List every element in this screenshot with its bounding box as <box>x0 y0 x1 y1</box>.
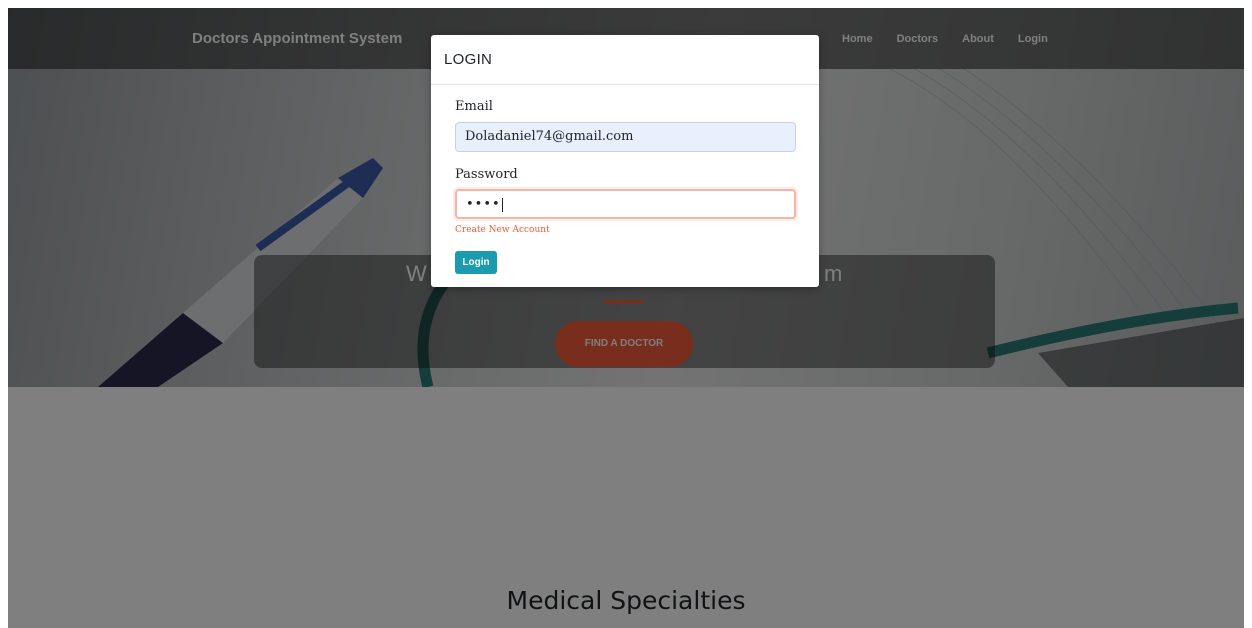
password-label: Password <box>455 167 518 182</box>
password-field[interactable]: •••• <box>455 189 796 219</box>
modal-title: LOGIN <box>444 51 493 68</box>
email-label: Email <box>455 99 493 114</box>
modal-header: LOGIN <box>431 35 819 85</box>
email-field[interactable]: Doladaniel74@gmail.com <box>455 122 796 152</box>
page: Doctors Appointment System Home Doctors … <box>8 8 1244 628</box>
login-modal: LOGIN Email Doladaniel74@gmail.com Passw… <box>431 35 819 287</box>
email-value: Doladaniel74@gmail.com <box>465 129 634 144</box>
password-mask: •••• <box>466 197 501 212</box>
login-button[interactable]: Login <box>455 251 497 274</box>
text-caret <box>501 197 503 212</box>
create-account-link[interactable]: Create New Account <box>455 225 550 235</box>
